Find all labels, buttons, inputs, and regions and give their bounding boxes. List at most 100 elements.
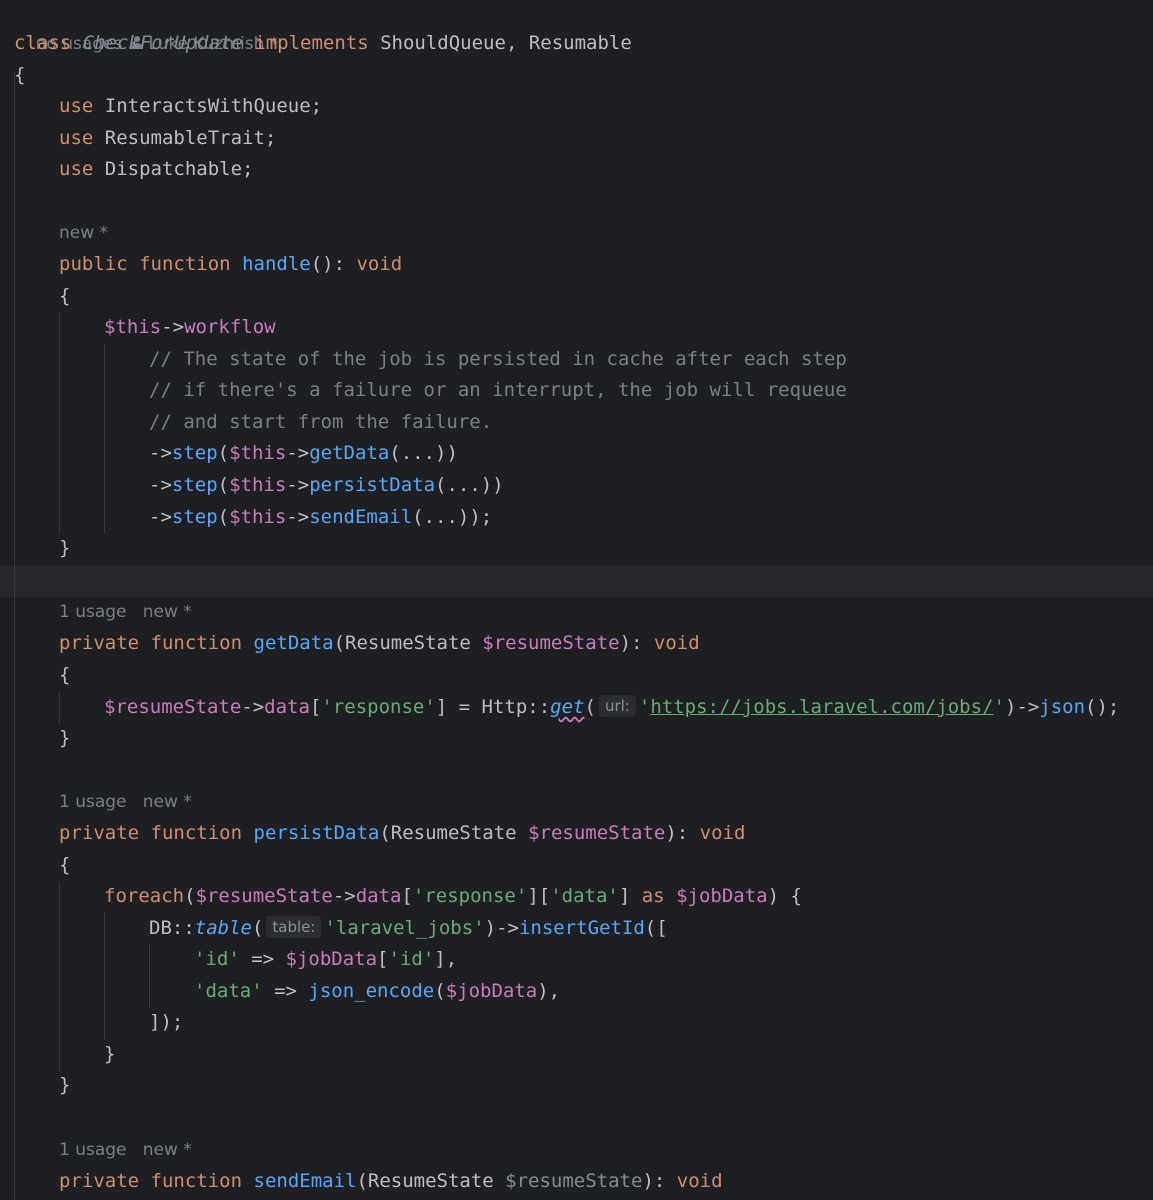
step-method[interactable]: getData (309, 442, 389, 464)
response-key[interactable]: 'response' (321, 696, 435, 718)
param-variable[interactable]: $resumeState (528, 822, 665, 844)
getdata-code-vision-hint[interactable]: 1 usage new * (59, 597, 1153, 629)
array-row-id[interactable]: 'id' => $jobData['id'], (194, 944, 1153, 976)
job-data-variable[interactable]: $jobData (676, 885, 768, 907)
array-row-data[interactable]: 'data' => json_encode($jobData), (194, 976, 1153, 1008)
trait-name[interactable]: ResumableTrait; (105, 127, 277, 149)
resume-state-variable[interactable]: $resumeState (104, 696, 241, 718)
sendemail-code-vision-hint[interactable]: 1 usage new * (59, 1135, 1153, 1167)
resume-state-variable[interactable]: $resumeState (196, 885, 333, 907)
trait-use-line[interactable]: use InteractsWithQueue; (59, 91, 1153, 123)
brace: } (59, 537, 71, 559)
response-key[interactable]: 'response' (413, 885, 527, 907)
method-name[interactable]: persistData (254, 822, 380, 844)
this-variable[interactable]: $this (229, 442, 286, 464)
return-type: void (676, 1170, 723, 1192)
workflow-line[interactable]: $this->workflow (104, 312, 1153, 344)
return-type: void (356, 253, 403, 275)
db-class[interactable]: DB:: (149, 917, 195, 939)
trait-name[interactable]: InteractsWithQueue; (105, 95, 322, 117)
comment-line[interactable]: // and start from the failure. (149, 407, 1153, 439)
trait-use-line[interactable]: use Dispatchable; (59, 154, 1153, 186)
trait-name[interactable]: Dispatchable; (105, 158, 254, 180)
interface-list[interactable]: ShouldQueue, Resumable (380, 32, 632, 54)
step-method[interactable]: sendEmail (309, 506, 412, 528)
arrow-operator: -> (161, 316, 185, 338)
class-declaration[interactable]: class CheckForUpdate implements ShouldQu… (14, 28, 1153, 60)
persistdata-close-brace[interactable]: } (59, 1070, 1153, 1102)
table-method[interactable]: table (195, 917, 252, 939)
data-key[interactable]: 'data' (194, 980, 263, 1002)
comment-line[interactable]: // if there's a failure or an interrupt,… (149, 375, 1153, 407)
keyword-use: use (59, 127, 94, 149)
json-encode-call[interactable]: json_encode (308, 980, 434, 1002)
insert-method[interactable]: insertGetId (519, 917, 645, 939)
brace: } (59, 727, 71, 749)
this-variable[interactable]: $this (104, 316, 161, 338)
this-variable[interactable]: $this (229, 474, 286, 496)
param-variable[interactable]: $resumeState (482, 632, 619, 654)
db-insert-line[interactable]: DB::table(table:'laravel_jobs')->insertG… (149, 913, 1153, 945)
usage-hint[interactable]: 1 usage (59, 602, 127, 622)
workflow-property[interactable]: workflow (184, 316, 276, 338)
arrow-operator: )-> (1004, 696, 1040, 718)
data-key[interactable]: 'data' (550, 885, 619, 907)
sendemail-signature[interactable]: private function sendEmail(ResumeState $… (59, 1166, 1153, 1198)
new-hint[interactable]: new * (143, 792, 192, 812)
getdata-open-brace[interactable]: { (59, 660, 1153, 692)
persistdata-code-vision-hint[interactable]: 1 usage new * (59, 787, 1153, 819)
handle-code-vision-hint[interactable]: new * (59, 218, 1153, 250)
usage-hint[interactable]: 1 usage (59, 792, 127, 812)
step-line[interactable]: ->step($this->sendEmail(...)); (149, 502, 1153, 534)
step-line[interactable]: ->step($this->getData(...)) (149, 438, 1153, 470)
bracket: [ (377, 948, 389, 970)
handle-close-brace[interactable]: } (59, 533, 1153, 565)
job-data-variable[interactable]: $jobData (286, 948, 378, 970)
step-call[interactable]: step (172, 442, 218, 464)
step-call[interactable]: step (172, 506, 218, 528)
id-key[interactable]: 'id' (194, 948, 240, 970)
handle-signature[interactable]: public function handle(): void (59, 249, 1153, 281)
brace: { (59, 285, 71, 307)
code-editor[interactable]: no usages Luke Kuzmish * class CheckForUp… (0, 0, 1153, 1200)
get-method[interactable]: get (550, 696, 584, 718)
step-method[interactable]: persistData (309, 474, 435, 496)
data-property[interactable]: data (264, 696, 310, 718)
comment-line[interactable]: // The state of the job is persisted in … (149, 344, 1153, 376)
array-close[interactable]: ]); (149, 1007, 1153, 1039)
new-hint[interactable]: new * (143, 1140, 192, 1160)
method-name[interactable]: handle (242, 253, 311, 275)
double-arrow: => (262, 980, 309, 1002)
class-open-brace[interactable]: { (14, 60, 1153, 92)
json-method[interactable]: json (1039, 696, 1085, 718)
foreach-close-brace[interactable]: } (104, 1039, 1153, 1071)
class-code-vision-hint[interactable]: no usages Luke Kuzmish * (14, 0, 1153, 54)
trait-use-line[interactable]: use ResumableTrait; (59, 123, 1153, 155)
handle-open-brace[interactable]: { (59, 281, 1153, 313)
this-variable[interactable]: $this (229, 506, 286, 528)
new-hint[interactable]: new * (59, 223, 108, 243)
new-hint[interactable]: new * (143, 602, 192, 622)
quote: ' (638, 696, 651, 718)
persistdata-signature[interactable]: private function persistData(ResumeState… (59, 818, 1153, 850)
method-name[interactable]: getData (254, 632, 334, 654)
getdata-close-brace[interactable]: } (59, 723, 1153, 755)
row-end: ), (537, 980, 561, 1002)
param-variable[interactable]: $resumeState (505, 1170, 642, 1192)
getdata-signature[interactable]: private function getData(ResumeState $re… (59, 628, 1153, 660)
class-name[interactable]: CheckForUpdate (83, 32, 243, 54)
method-name[interactable]: sendEmail (254, 1170, 357, 1192)
data-property[interactable]: data (356, 885, 402, 907)
url-link[interactable]: https://jobs.laravel.com/jobs/ (650, 696, 993, 718)
foreach-line[interactable]: foreach($resumeState->data['response']['… (104, 881, 1153, 913)
job-data-variable[interactable]: $jobData (446, 980, 538, 1002)
table-name-string[interactable]: 'laravel_jobs' (324, 917, 484, 939)
usage-hint[interactable]: 1 usage (59, 1140, 127, 1160)
step-call[interactable]: step (172, 474, 218, 496)
comment-text: // The state of the job is persisted in … (149, 348, 847, 370)
persistdata-open-brace[interactable]: { (59, 850, 1153, 882)
step-line[interactable]: ->step($this->persistData(...)) (149, 470, 1153, 502)
array-close-token: ]); (149, 1011, 184, 1033)
id-index[interactable]: 'id' (389, 948, 435, 970)
getdata-body-line[interactable]: $resumeState->data['response'] = Http::g… (104, 692, 1153, 724)
